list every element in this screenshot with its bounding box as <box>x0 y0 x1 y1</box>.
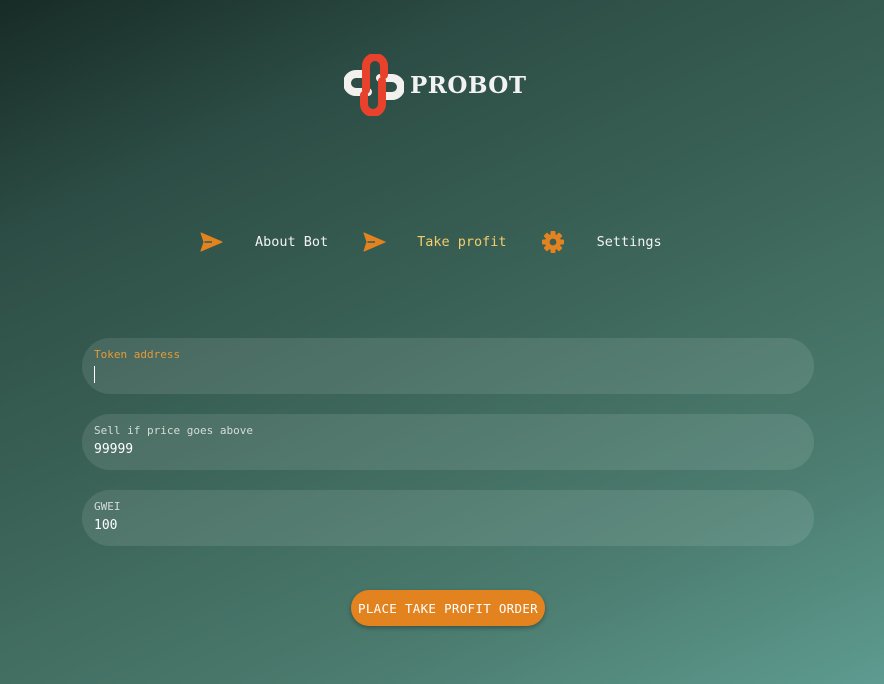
token-address-label: Token address <box>94 348 181 361</box>
token-address-field[interactable]: Token address <box>82 338 814 394</box>
gwei-field[interactable]: GWEI 100 <box>82 490 814 546</box>
send-icon <box>200 232 223 252</box>
nav-item-settings[interactable]: Settings <box>541 230 662 254</box>
main-nav: About Bot Take profit Settings <box>199 228 662 256</box>
gwei-input[interactable]: 100 <box>94 518 802 534</box>
nav-label-about-bot: About Bot <box>255 234 329 250</box>
gear-icon <box>541 231 564 253</box>
sell-price-input[interactable]: 99999 <box>94 442 802 458</box>
sell-price-label: Sell if price goes above <box>94 424 253 437</box>
nav-label-settings: Settings <box>596 234 662 250</box>
place-take-profit-order-button[interactable]: PLACE TAKE PROFIT ORDER <box>351 590 545 626</box>
nav-item-take-profit[interactable]: Take profit <box>362 230 507 254</box>
logo-icon <box>344 54 404 116</box>
gwei-label: GWEI <box>94 500 121 513</box>
text-cursor <box>94 366 95 383</box>
brand-name: PROBOT <box>410 71 527 99</box>
token-address-input[interactable] <box>94 366 802 383</box>
nav-item-about-bot[interactable]: About Bot <box>199 230 328 254</box>
app-logo: PROBOT <box>344 54 526 116</box>
send-icon <box>363 232 386 252</box>
sell-price-field[interactable]: Sell if price goes above 99999 <box>82 414 814 470</box>
nav-label-take-profit: Take profit <box>417 234 507 250</box>
